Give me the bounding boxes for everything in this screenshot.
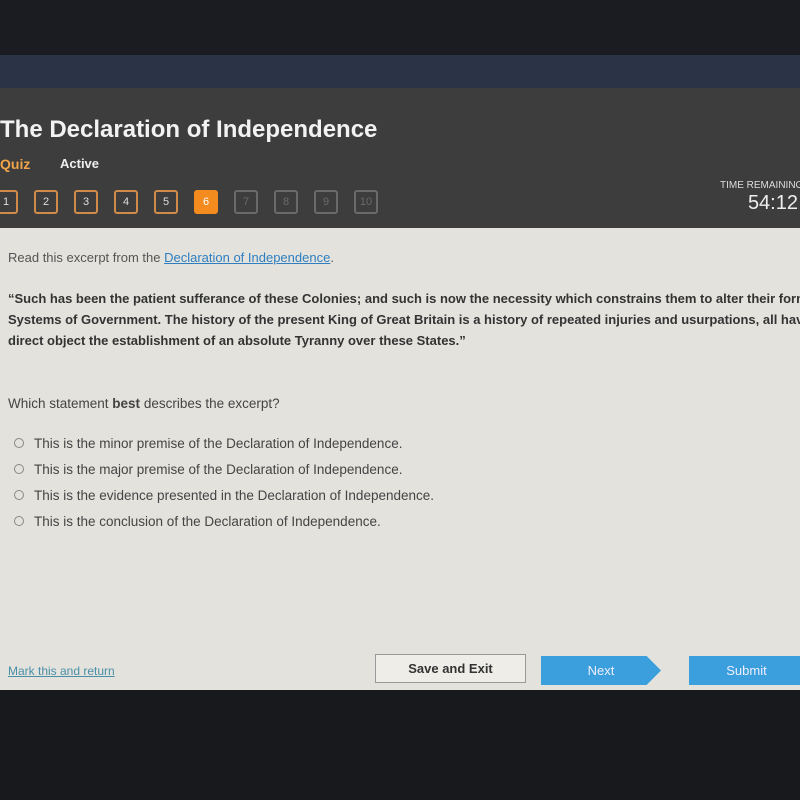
question-9-button: 9	[314, 190, 338, 214]
source-link[interactable]: Declaration of Independence	[164, 250, 330, 265]
question-text: Which statement best describes the excer…	[8, 396, 280, 411]
question-nav: 1 2 3 4 5 6 7 8 9 10	[0, 190, 378, 214]
save-and-exit-button[interactable]: Save and Exit	[375, 654, 526, 683]
radio-icon[interactable]	[14, 464, 24, 474]
page-title: The Declaration of Independence	[0, 116, 378, 143]
question-3-button[interactable]: 3	[74, 190, 98, 214]
intro-text: Read this excerpt from the Declaration o…	[8, 250, 334, 265]
activity-type: Quiz	[0, 156, 31, 172]
excerpt-passage: “Such has been the patient sufferance of…	[8, 291, 800, 348]
question-panel: Read this excerpt from the Declaration o…	[0, 228, 800, 690]
next-button[interactable]: Next	[541, 656, 661, 685]
time-remaining-label: TIME REMAINING	[720, 180, 800, 191]
answer-option[interactable]: This is the major premise of the Declara…	[14, 456, 434, 482]
answer-option[interactable]: This is the evidence presented in the De…	[14, 482, 434, 508]
top-bar	[0, 0, 800, 55]
question-6-button[interactable]: 6	[194, 190, 218, 214]
option-label: This is the evidence presented in the De…	[34, 487, 435, 503]
status-label: Active	[60, 156, 100, 171]
answer-options: This is the minor premise of the Declara…	[14, 430, 434, 534]
intro-suffix: .	[330, 250, 334, 265]
mark-and-return-link[interactable]: Mark this and return	[8, 664, 115, 678]
question-1-button[interactable]: 1	[0, 190, 18, 214]
question-10-button: 10	[354, 190, 378, 214]
option-label: This is the major premise of the Declara…	[34, 461, 403, 477]
radio-icon[interactable]	[14, 516, 24, 526]
question-emphasis: best	[112, 396, 141, 411]
question-prefix: Which statement	[8, 396, 113, 411]
question-8-button: 8	[274, 190, 298, 214]
question-2-button[interactable]: 2	[34, 190, 58, 214]
timer: 54:12	[747, 192, 798, 214]
question-4-button[interactable]: 4	[114, 190, 138, 214]
answer-option[interactable]: This is the minor premise of the Declara…	[14, 430, 434, 456]
submit-button[interactable]: Submit	[689, 656, 800, 685]
question-5-button[interactable]: 5	[154, 190, 178, 214]
radio-icon[interactable]	[14, 438, 24, 448]
option-label: This is the conclusion of the Declaratio…	[34, 513, 381, 529]
nav-band	[0, 55, 800, 88]
answer-option[interactable]: This is the conclusion of the Declaratio…	[14, 508, 434, 534]
option-label: This is the minor premise of the Declara…	[34, 435, 403, 451]
radio-icon[interactable]	[14, 490, 24, 500]
question-7-button: 7	[234, 190, 258, 214]
intro-prefix: Read this excerpt from the	[8, 250, 165, 265]
question-suffix: describes the excerpt?	[140, 396, 280, 411]
